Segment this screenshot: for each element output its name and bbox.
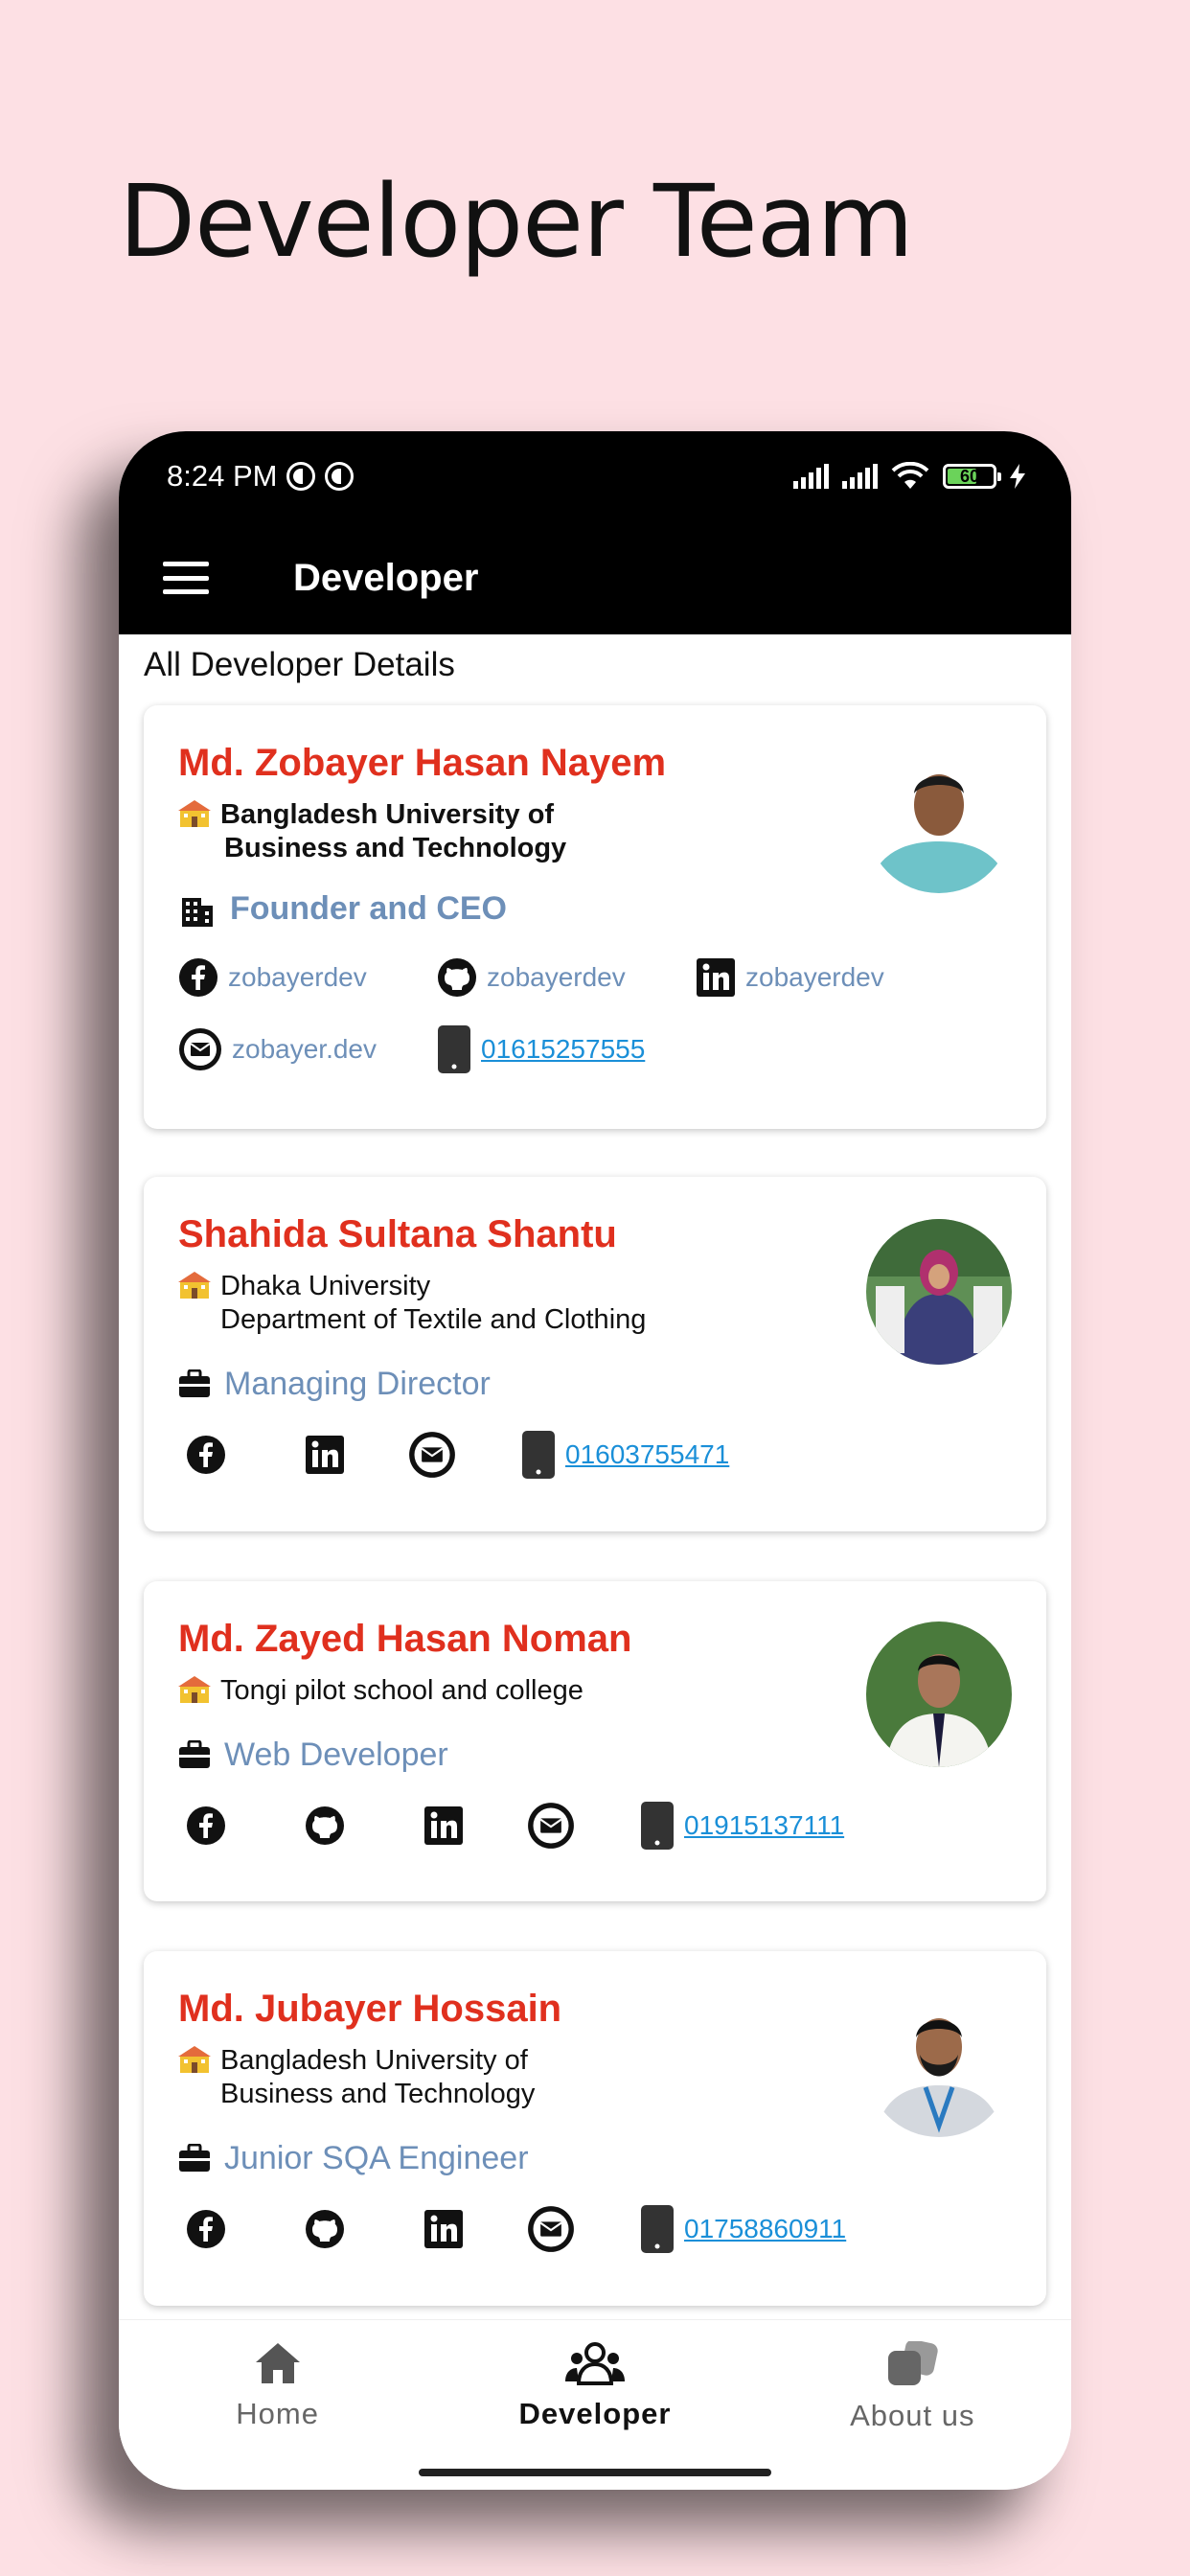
org-line: Department of Textile and Clothing bbox=[220, 1303, 647, 1335]
nav-about[interactable]: About us bbox=[768, 2341, 1056, 2490]
facebook-icon[interactable] bbox=[186, 2209, 226, 2249]
github-icon[interactable] bbox=[305, 1806, 345, 1846]
school-icon bbox=[178, 800, 211, 827]
email-icon bbox=[179, 1027, 221, 1070]
app-bar: Developer bbox=[119, 521, 1071, 634]
email-icon[interactable] bbox=[527, 1802, 575, 1850]
org-line: Business and Technology bbox=[224, 832, 567, 863]
facebook-link[interactable]: zobayerdev bbox=[178, 957, 437, 998]
developer-role: Junior SQA Engineer bbox=[178, 2140, 1012, 2177]
nav-developer[interactable]: Developer bbox=[451, 2341, 739, 2490]
linkedin-icon[interactable] bbox=[423, 2209, 464, 2249]
phone-link[interactable]: 01603755471 bbox=[521, 1430, 729, 1480]
briefcase-icon bbox=[179, 1369, 210, 1398]
developer-role: Founder and CEO bbox=[178, 890, 1012, 929]
hero-title: Developer Team bbox=[119, 163, 914, 280]
org-line: Tongi pilot school and college bbox=[220, 1675, 584, 1706]
phone-icon bbox=[641, 2204, 674, 2253]
avatar bbox=[866, 1991, 1012, 2137]
phone-frame: 8:24 PM 60 Developer All Developer Detai… bbox=[119, 431, 1071, 2490]
phone-link[interactable]: 01915137111 bbox=[640, 1801, 844, 1851]
school-icon bbox=[178, 1272, 211, 1299]
avatar bbox=[866, 1219, 1012, 1365]
email-icon[interactable] bbox=[527, 2205, 575, 2253]
notification-icon bbox=[286, 462, 316, 491]
wifi-icon bbox=[891, 462, 929, 491]
battery-icon: 60 bbox=[943, 464, 1001, 489]
email-link[interactable]: zobayer.dev bbox=[178, 1027, 437, 1071]
signal-icon bbox=[793, 464, 829, 489]
phone-icon bbox=[641, 1801, 674, 1850]
facebook-icon bbox=[179, 957, 217, 997]
charging-icon bbox=[1010, 464, 1025, 489]
bottom-nav: Home Developer About us bbox=[119, 2319, 1071, 2490]
phone-link[interactable]: 01615257555 bbox=[437, 1024, 645, 1074]
developer-list[interactable]: All Developer Details Md. Zobayer Hasan … bbox=[119, 634, 1071, 2319]
menu-icon[interactable] bbox=[163, 562, 209, 594]
avatar bbox=[866, 1622, 1012, 1767]
org-line: Bangladesh University of bbox=[220, 799, 555, 830]
phone-icon bbox=[438, 1024, 470, 1073]
linkedin-icon bbox=[697, 957, 735, 997]
signal-icon bbox=[842, 464, 878, 489]
status-time: 8:24 PM bbox=[167, 459, 278, 493]
org-line: Business and Technology bbox=[220, 2078, 536, 2109]
building-icon bbox=[182, 897, 213, 927]
phone-icon bbox=[522, 1430, 555, 1479]
briefcase-icon bbox=[179, 2144, 210, 2173]
app-bar-title: Developer bbox=[293, 556, 479, 599]
notification-icon bbox=[325, 462, 355, 491]
org-line: Bangladesh University of bbox=[220, 2045, 528, 2076]
linkedin-icon[interactable] bbox=[423, 1806, 464, 1846]
school-icon bbox=[178, 2046, 211, 2073]
github-icon[interactable] bbox=[305, 2209, 345, 2249]
facebook-icon[interactable] bbox=[186, 1806, 226, 1846]
avatar bbox=[866, 748, 1012, 893]
home-indicator bbox=[419, 2469, 771, 2476]
briefcase-icon bbox=[179, 1740, 210, 1769]
section-label: All Developer Details bbox=[144, 646, 455, 683]
phone-link[interactable]: 01758860911 bbox=[640, 2204, 846, 2254]
home-icon bbox=[255, 2343, 300, 2383]
email-icon[interactable] bbox=[408, 1431, 456, 1479]
org-line: Dhaka University bbox=[220, 1271, 431, 1301]
developer-role: Managing Director bbox=[178, 1366, 1012, 1403]
linkedin-link[interactable]: zobayerdev bbox=[696, 957, 884, 998]
github-icon bbox=[438, 957, 476, 997]
school-icon bbox=[178, 1676, 211, 1703]
linkedin-icon[interactable] bbox=[305, 1435, 345, 1475]
facebook-icon[interactable] bbox=[186, 1435, 226, 1475]
group-icon bbox=[564, 2342, 625, 2385]
github-link[interactable]: zobayerdev bbox=[437, 957, 696, 998]
nav-home[interactable]: Home bbox=[134, 2341, 422, 2490]
about-icon bbox=[888, 2341, 938, 2385]
status-bar: 8:24 PM 60 bbox=[119, 431, 1071, 521]
